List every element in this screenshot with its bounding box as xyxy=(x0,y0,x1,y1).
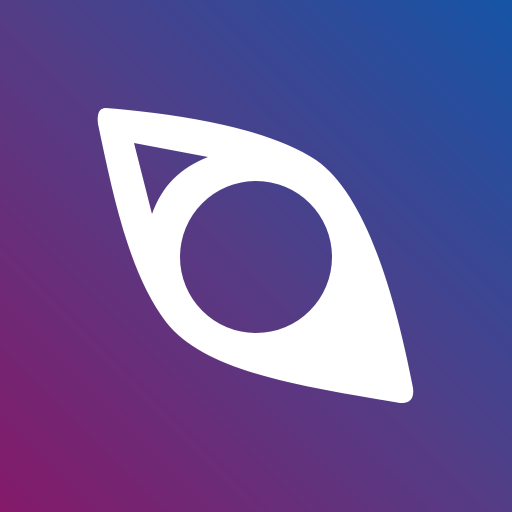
gradient-background xyxy=(0,0,512,512)
eye-logo-icon xyxy=(0,0,512,512)
app-icon xyxy=(0,0,512,512)
